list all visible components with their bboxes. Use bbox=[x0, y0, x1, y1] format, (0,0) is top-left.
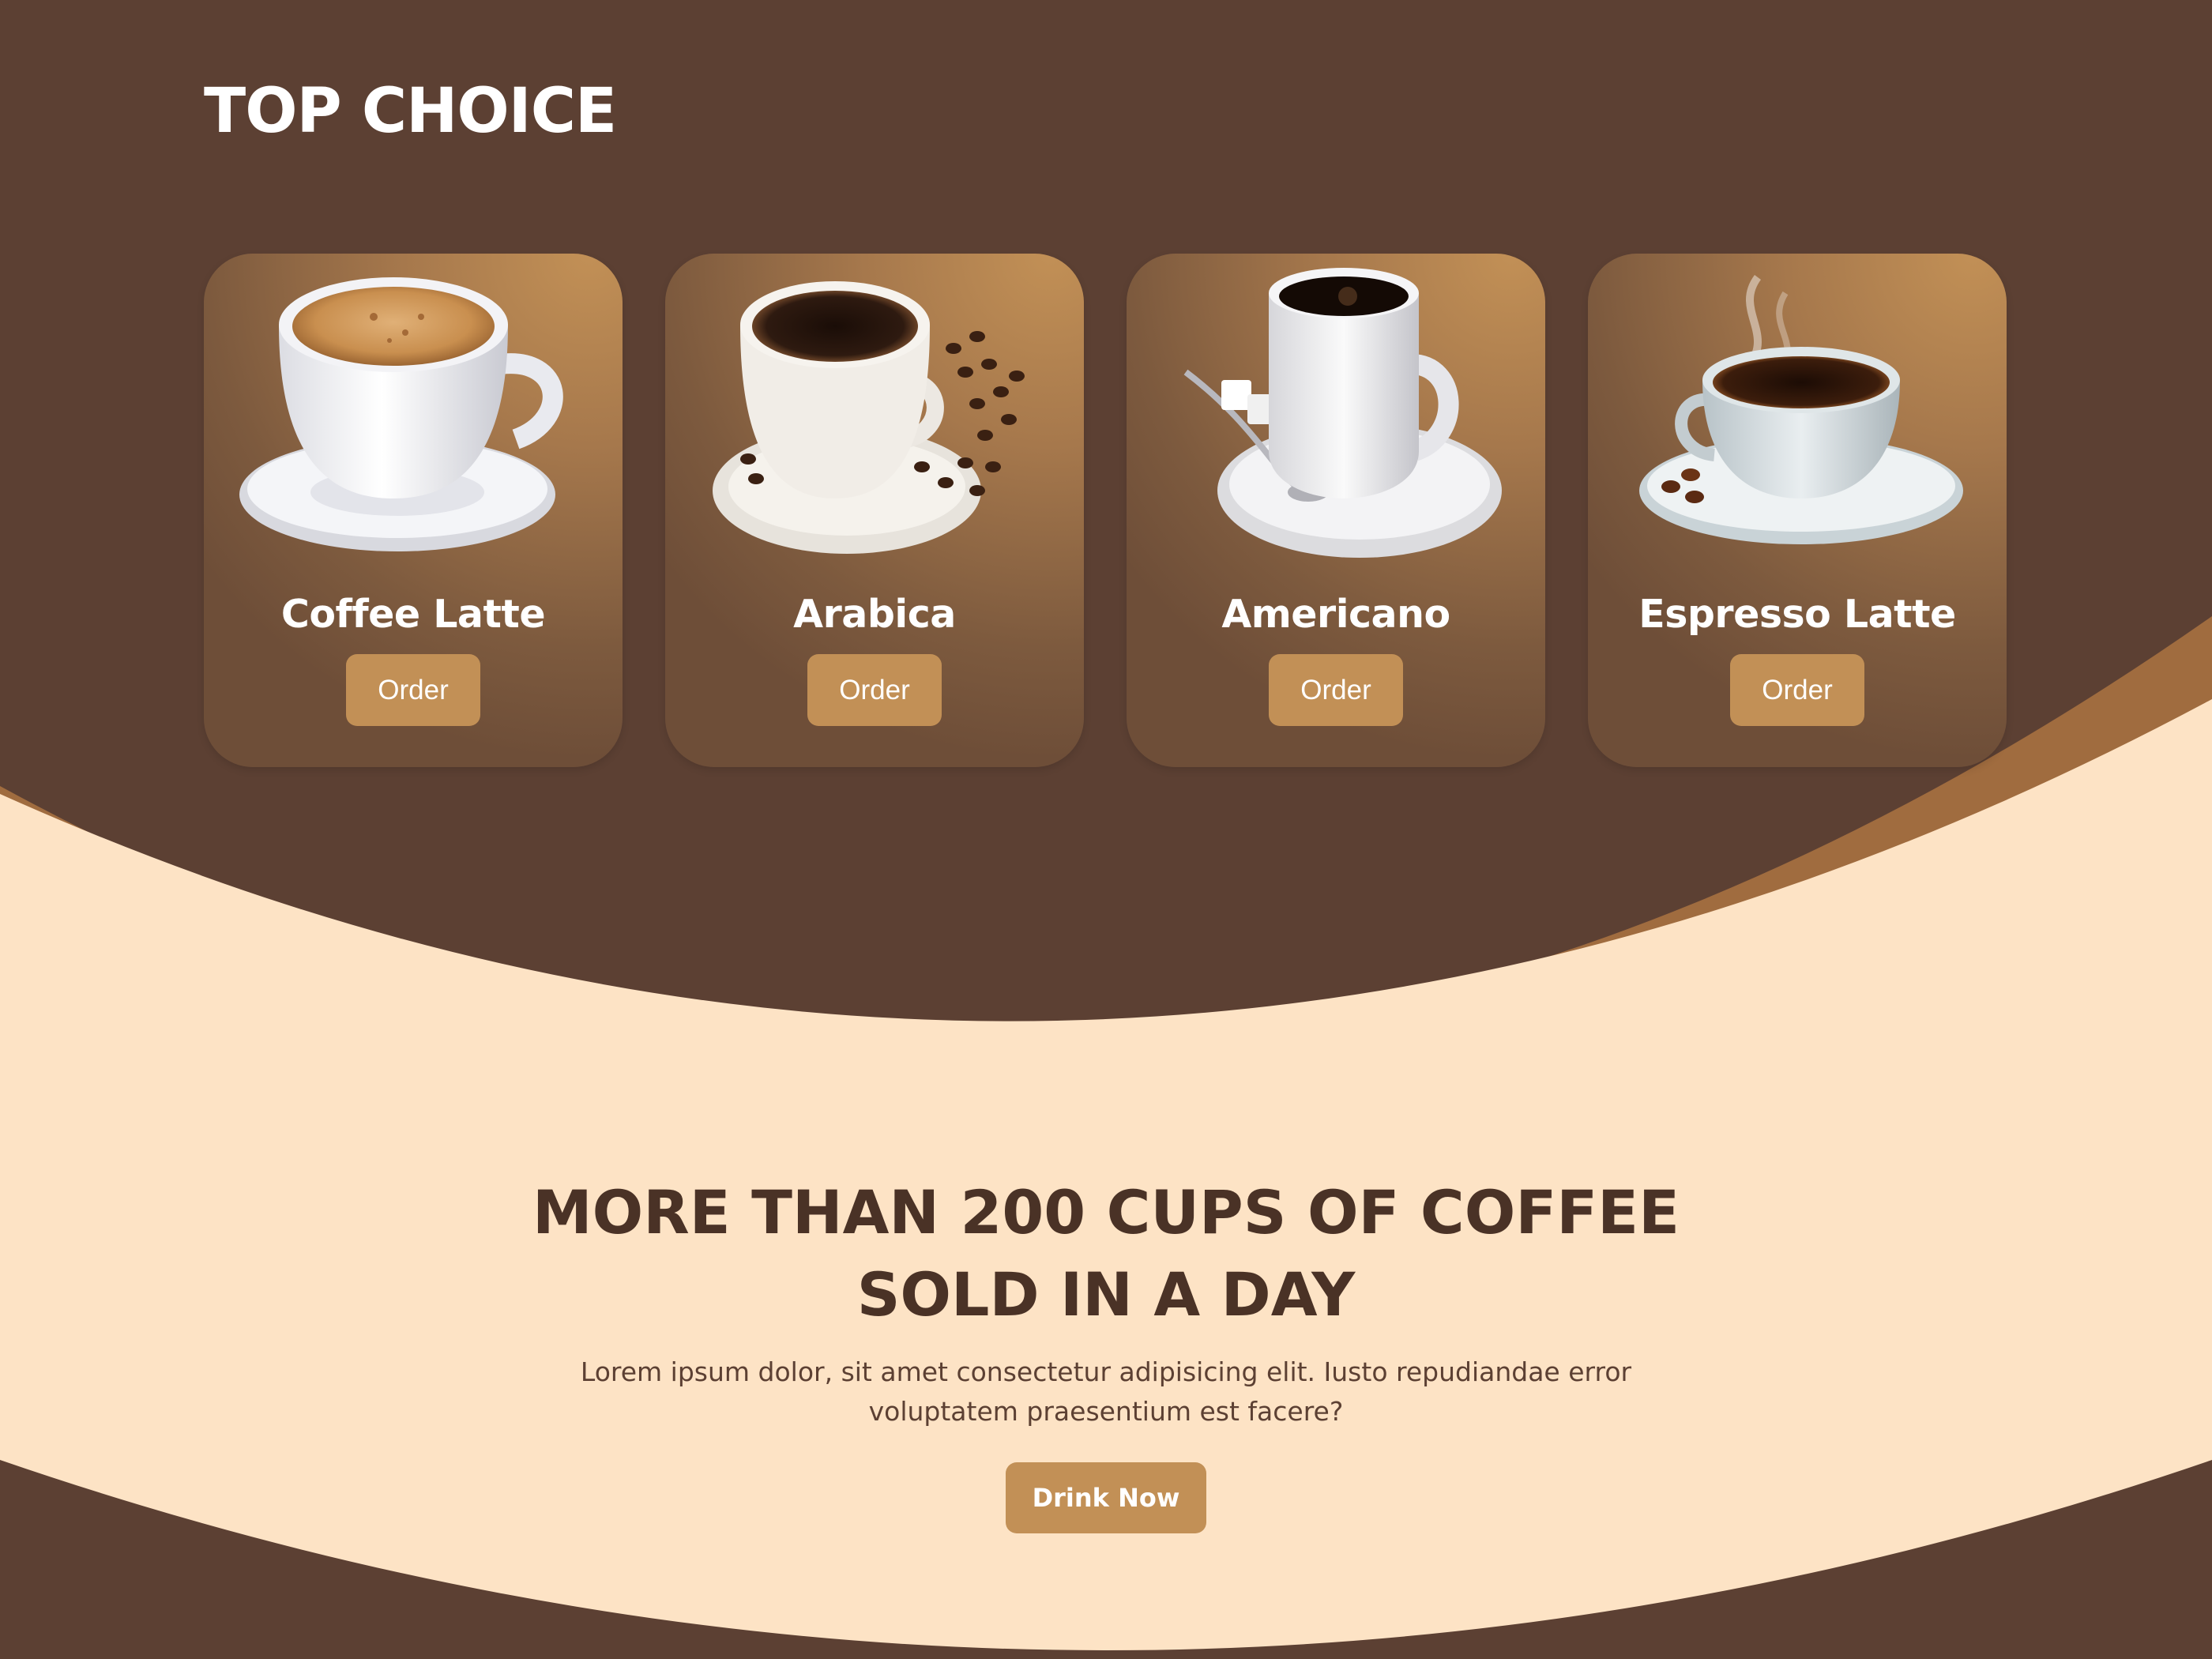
drink-now-button[interactable]: Drink Now bbox=[1006, 1462, 1206, 1533]
espresso-latte-image bbox=[1639, 275, 1963, 544]
order-button[interactable]: Order bbox=[346, 654, 480, 726]
promo-text-line: voluptatem praesentium est facere? bbox=[868, 1396, 1344, 1427]
card-title: Americano bbox=[1221, 592, 1450, 637]
promo-title-line: MORE THAN 200 CUPS OF COFFEE bbox=[532, 1177, 1680, 1247]
product-card: Americano Order bbox=[1127, 254, 1545, 767]
card-title: Coffee Latte bbox=[280, 592, 546, 637]
coffee-latte-image bbox=[239, 277, 563, 551]
promo-title-line: SOLD IN A DAY bbox=[856, 1259, 1356, 1330]
promo-title: MORE THAN 200 CUPS OF COFFEE SOLD IN A D… bbox=[316, 1172, 1896, 1336]
section-title: TOP CHOICE bbox=[204, 76, 617, 147]
card-title: Arabica bbox=[793, 592, 956, 637]
product-card: Arabica Order bbox=[665, 254, 1084, 767]
americano-image bbox=[1183, 268, 1502, 558]
product-card: Espresso Latte Order bbox=[1588, 254, 2007, 767]
arabica-image bbox=[713, 281, 1025, 554]
order-button[interactable]: Order bbox=[1730, 654, 1864, 726]
product-cards: Coffee Latte Order Arabica Order America… bbox=[204, 254, 2007, 767]
order-button[interactable]: Order bbox=[1269, 654, 1403, 726]
promo-description: Lorem ipsum dolor, sit amet consectetur … bbox=[514, 1352, 1698, 1431]
order-button[interactable]: Order bbox=[807, 654, 942, 726]
promo-text-line: Lorem ipsum dolor, sit amet consectetur … bbox=[580, 1356, 1632, 1387]
product-card: Coffee Latte Order bbox=[204, 254, 623, 767]
card-title: Espresso Latte bbox=[1638, 592, 1956, 637]
